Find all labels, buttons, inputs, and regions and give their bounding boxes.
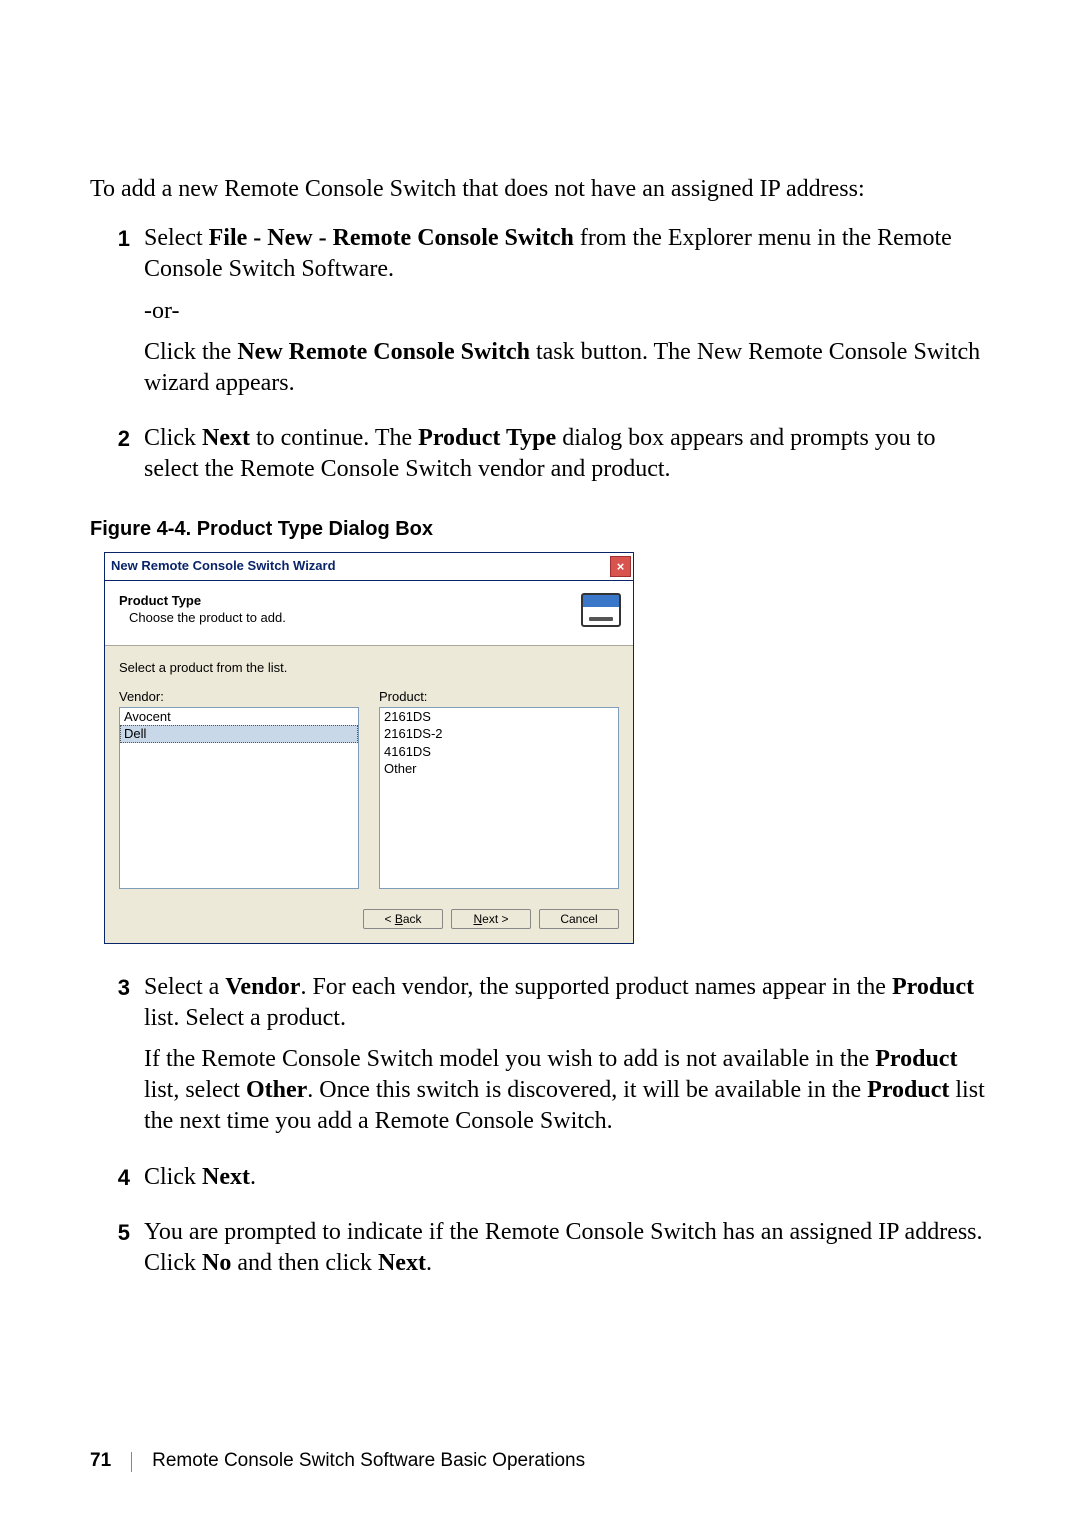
product-listbox[interactable]: 2161DS 2161DS-2 4161DS Other (379, 707, 619, 889)
dialog-titlebar[interactable]: New Remote Console Switch Wizard × (105, 553, 633, 581)
product-type-dialog: New Remote Console Switch Wizard × Produ… (104, 552, 634, 944)
back-button[interactable]: < Back (363, 909, 443, 929)
step-5-text: You are prompted to indicate if the Remo… (144, 1217, 990, 1279)
step-4-text: Click Next. (144, 1162, 990, 1193)
product-option[interactable]: Other (380, 760, 618, 778)
footer-separator (131, 1452, 132, 1472)
step-number-5: 5 (90, 1217, 144, 1248)
dialog-instruction: Select a product from the list. (119, 660, 619, 676)
vendor-option[interactable]: Avocent (120, 708, 358, 726)
step-1-line-a: Select File - New - Remote Console Switc… (144, 223, 990, 285)
step-number-2: 2 (90, 423, 144, 454)
step-2-text: Click Next to continue. The Product Type… (144, 423, 990, 485)
vendor-label: Vendor: (119, 689, 359, 705)
vendor-option[interactable]: Dell (120, 725, 358, 743)
product-option[interactable]: 2161DS-2 (380, 725, 618, 743)
step-3-line-a: Select a Vendor. For each vendor, the su… (144, 972, 990, 1034)
step-1-or: -or- (144, 296, 990, 327)
step-number-1: 1 (90, 223, 144, 254)
product-option[interactable]: 4161DS (380, 743, 618, 761)
next-button[interactable]: Next > (451, 909, 531, 929)
step-number-4: 4 (90, 1162, 144, 1193)
dialog-header-title: Product Type (119, 593, 571, 609)
monitor-icon (581, 593, 621, 627)
step-3-line-b: If the Remote Console Switch model you w… (144, 1044, 990, 1138)
dialog-header-subtitle: Choose the product to add. (119, 610, 571, 626)
product-label: Product: (379, 689, 619, 705)
intro-paragraph: To add a new Remote Console Switch that … (90, 174, 990, 205)
page-footer: 71 Remote Console Switch Software Basic … (90, 1449, 585, 1474)
figure-caption: Figure 4-4. Product Type Dialog Box (90, 516, 990, 542)
cancel-button[interactable]: Cancel (539, 909, 619, 929)
product-option[interactable]: 2161DS (380, 708, 618, 726)
vendor-listbox[interactable]: Avocent Dell (119, 707, 359, 889)
close-icon[interactable]: × (610, 556, 631, 577)
dialog-title: New Remote Console Switch Wizard (111, 558, 336, 574)
step-1-line-b: Click the New Remote Console Switch task… (144, 337, 990, 399)
chapter-title: Remote Console Switch Software Basic Ope… (152, 1449, 585, 1474)
page-number: 71 (90, 1449, 111, 1474)
step-number-3: 3 (90, 972, 144, 1003)
